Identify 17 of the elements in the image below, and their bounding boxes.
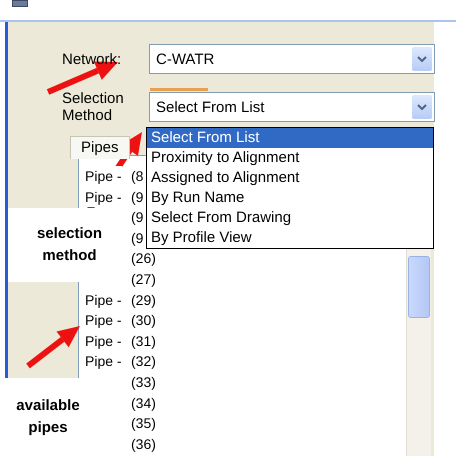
pipes-tab[interactable]: Pipes <box>70 136 130 159</box>
chevron-down-icon <box>417 104 427 110</box>
chevron-down-icon <box>417 56 427 62</box>
selection-method-label: Selection Method <box>62 90 125 124</box>
scroll-thumb[interactable] <box>408 256 430 318</box>
callout-text: selection method <box>36 224 104 266</box>
window-icon <box>12 0 28 7</box>
focus-mark <box>150 88 208 91</box>
network-dropdown[interactable]: C-WATR <box>149 44 435 74</box>
pointer-arrow <box>26 326 80 368</box>
pipe-name[interactable]: Pipe - <box>85 166 122 187</box>
callout-text: available pipes <box>15 396 81 438</box>
dropdown-button[interactable] <box>412 47 432 71</box>
network-label: Network: <box>62 50 122 68</box>
dropdown-button[interactable] <box>412 95 432 119</box>
dropdown-option[interactable]: Select From List <box>147 128 433 148</box>
pipe-name[interactable]: Pipe - <box>85 186 122 208</box>
